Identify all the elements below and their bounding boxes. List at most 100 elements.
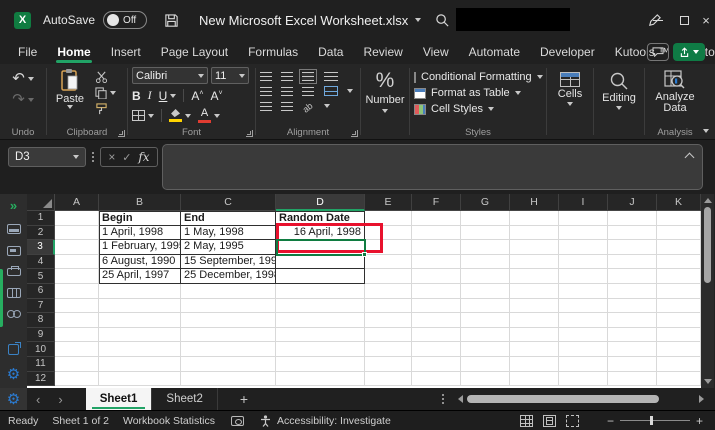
cell-F6[interactable] xyxy=(412,284,461,299)
cell-D4[interactable] xyxy=(276,255,365,270)
cell-E3[interactable] xyxy=(365,240,412,255)
sidebar-pane-handle[interactable] xyxy=(0,269,3,327)
cell-A4[interactable] xyxy=(55,255,99,270)
cell-I5[interactable] xyxy=(559,269,608,284)
title-chevron-icon[interactable] xyxy=(415,18,421,22)
cell-B6[interactable] xyxy=(99,284,181,299)
analyze-data-button[interactable]: Analyze Data xyxy=(649,68,701,114)
cell-G3[interactable] xyxy=(461,240,510,255)
cut-button[interactable] xyxy=(95,71,116,83)
align-right-button[interactable] xyxy=(302,87,314,96)
sheet-nav-next-icon[interactable]: › xyxy=(49,392,71,407)
cell-A8[interactable] xyxy=(55,313,99,328)
column-header-D[interactable]: D xyxy=(276,194,365,211)
cell-F7[interactable] xyxy=(412,299,461,314)
cell-H10[interactable] xyxy=(510,342,559,357)
cell-F8[interactable] xyxy=(412,313,461,328)
cells-group[interactable]: Cells xyxy=(547,65,593,139)
column-header-H[interactable]: H xyxy=(510,194,559,211)
cell-C1[interactable]: End xyxy=(181,211,276,226)
cell-B12[interactable] xyxy=(99,372,181,387)
row-header-2[interactable]: 2 xyxy=(27,226,55,241)
sidebar-workbook-icon[interactable] xyxy=(7,224,21,234)
sidebar-find-icon[interactable] xyxy=(7,310,21,318)
cell-H9[interactable] xyxy=(510,328,559,343)
cell-A10[interactable] xyxy=(55,342,99,357)
spreadsheet-grid[interactable]: ABCDEFGHIJK1BeginEndRandom Date21 April,… xyxy=(27,194,701,388)
cell-E6[interactable] xyxy=(365,284,412,299)
italic-button[interactable]: I xyxy=(148,88,152,103)
font-dialog-launcher[interactable] xyxy=(246,130,253,137)
zoom-slider-thumb[interactable] xyxy=(650,416,653,425)
cell-K7[interactable] xyxy=(657,299,701,314)
page-break-view-button[interactable] xyxy=(566,415,579,427)
sidebar-expand-icon[interactable]: » xyxy=(10,199,17,212)
cell-E10[interactable] xyxy=(365,342,412,357)
cell-K8[interactable] xyxy=(657,313,701,328)
cell-I8[interactable] xyxy=(559,313,608,328)
align-center-button[interactable] xyxy=(281,87,293,96)
decrease-indent-button[interactable] xyxy=(260,102,272,111)
row-header-4[interactable]: 4 xyxy=(27,255,55,270)
cell-I12[interactable] xyxy=(559,372,608,387)
cell-A5[interactable] xyxy=(55,269,99,284)
cell-I2[interactable] xyxy=(559,226,608,241)
cell-G8[interactable] xyxy=(461,313,510,328)
cell-I6[interactable] xyxy=(559,284,608,299)
align-top-button[interactable] xyxy=(260,72,272,81)
workbook-statistics-button[interactable]: Workbook Statistics xyxy=(123,415,215,427)
font-name-combo[interactable]: Calibri xyxy=(132,67,208,84)
ribbon-tab-formulas[interactable]: Formulas xyxy=(238,40,308,64)
sheet-tab-sheet1[interactable]: Sheet1 xyxy=(86,388,153,410)
format-painter-button[interactable] xyxy=(95,103,116,115)
cell-G5[interactable] xyxy=(461,269,510,284)
scroll-down-icon[interactable] xyxy=(704,379,712,384)
zoom-slider[interactable] xyxy=(620,420,690,421)
cell-A7[interactable] xyxy=(55,299,99,314)
zoom-in-button[interactable]: + xyxy=(696,414,703,428)
cell-C3[interactable]: 2 May, 1995 xyxy=(181,240,276,255)
new-sheet-button[interactable]: + xyxy=(240,391,248,407)
cell-C8[interactable] xyxy=(181,313,276,328)
cell-F9[interactable] xyxy=(412,328,461,343)
row-header-11[interactable]: 11 xyxy=(27,357,55,372)
cell-E4[interactable] xyxy=(365,255,412,270)
cell-D2[interactable]: 16 April, 1998 xyxy=(276,226,365,241)
cell-F4[interactable] xyxy=(412,255,461,270)
cell-A12[interactable] xyxy=(55,372,99,387)
cell-J4[interactable] xyxy=(608,255,657,270)
row-header-10[interactable]: 10 xyxy=(27,342,55,357)
cell-G1[interactable] xyxy=(461,211,510,226)
cell-B2[interactable]: 1 April, 1998 xyxy=(99,226,181,241)
minimize-button[interactable] xyxy=(646,0,670,40)
font-color-button[interactable]: A xyxy=(198,108,220,123)
sidebar-open-external-icon[interactable] xyxy=(8,344,19,355)
undo-button[interactable]: ↶ xyxy=(12,71,34,86)
redo-button[interactable]: ↷ xyxy=(12,92,34,107)
conditional-formatting-button[interactable]: Conditional Formatting xyxy=(414,71,542,83)
search-icon[interactable] xyxy=(432,10,452,30)
cell-B4[interactable]: 6 August, 1990 xyxy=(99,255,181,270)
cell-G6[interactable] xyxy=(461,284,510,299)
cell-J12[interactable] xyxy=(608,372,657,387)
copy-button[interactable] xyxy=(95,87,116,99)
cancel-icon[interactable]: × xyxy=(108,150,115,164)
cell-I10[interactable] xyxy=(559,342,608,357)
vertical-scrollbar[interactable] xyxy=(701,194,714,388)
cell-C11[interactable] xyxy=(181,357,276,372)
cell-A11[interactable] xyxy=(55,357,99,372)
cell-C10[interactable] xyxy=(181,342,276,357)
cell-D10[interactable] xyxy=(276,342,365,357)
kutools-settings-tile[interactable]: ⚙ xyxy=(0,388,27,410)
ribbon-tab-home[interactable]: Home xyxy=(47,40,100,64)
row-header-9[interactable]: 9 xyxy=(27,328,55,343)
cell-I1[interactable] xyxy=(559,211,608,226)
cell-E11[interactable] xyxy=(365,357,412,372)
underline-button[interactable]: U xyxy=(159,89,177,103)
cell-A1[interactable] xyxy=(55,211,99,226)
document-title[interactable]: New Microsoft Excel Worksheet.xlsx xyxy=(199,13,408,28)
select-all-corner[interactable] xyxy=(27,194,55,211)
borders-button[interactable] xyxy=(132,110,154,121)
maximize-button[interactable] xyxy=(672,0,696,40)
wrap-text-button[interactable] xyxy=(324,72,338,81)
